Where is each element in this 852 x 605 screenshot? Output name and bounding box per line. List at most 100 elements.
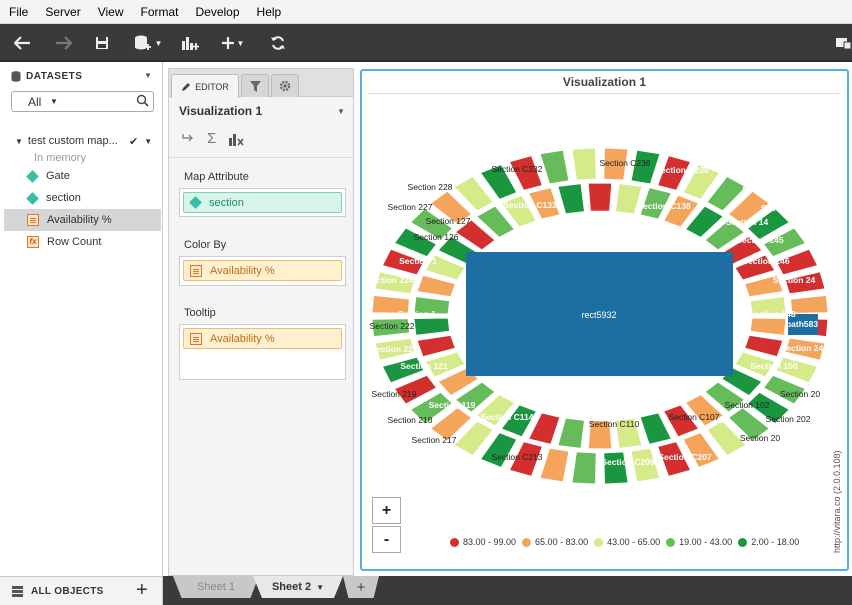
tooltip-drop-zone[interactable]: Availability % <box>179 324 346 380</box>
section-label: Section 242 <box>742 184 790 194</box>
filter-icon <box>249 80 261 92</box>
checkmark-icon[interactable]: ✔ <box>129 135 138 148</box>
section-label: Section 150 <box>750 361 798 371</box>
menu-develop[interactable]: Develop <box>187 0 248 24</box>
dataset-item-row-count[interactable]: fx Row Count <box>4 231 161 253</box>
section-label: Section C236 <box>599 158 650 168</box>
section-label: Section 224 <box>366 275 414 285</box>
all-objects-bar[interactable]: ALL OBJECTS + <box>0 576 163 605</box>
measure-icon <box>190 264 202 277</box>
menu-help[interactable]: Help <box>248 0 290 24</box>
add-object-button[interactable]: + <box>136 579 148 602</box>
section-label: Section 221 <box>370 344 418 354</box>
add-icon[interactable]: ▼ <box>220 32 246 54</box>
add-sheet-button[interactable]: + <box>343 576 379 598</box>
tab-filter[interactable] <box>241 74 269 97</box>
section-label: Section 146 <box>742 256 790 266</box>
database-icon <box>11 71 21 82</box>
dataset-item-gate[interactable]: Gate <box>4 165 161 187</box>
visualization-name[interactable]: Visualization 1 <box>179 104 262 118</box>
present-icon[interactable] <box>834 32 852 54</box>
zoom-in-button[interactable]: + <box>372 497 401 524</box>
search-icon[interactable] <box>136 94 149 110</box>
map-attribute-pill[interactable]: section <box>183 192 342 213</box>
menu-view[interactable]: View <box>89 0 132 24</box>
section-label: Section 217 <box>412 435 457 445</box>
section-label: Section 218 <box>388 415 433 425</box>
section-label: Section 222 <box>370 321 415 331</box>
color-by-pill[interactable]: Availability % <box>183 260 342 281</box>
legend-item: 65.00 - 83.00 <box>522 537 588 547</box>
color-by-drop-zone[interactable]: Availability % <box>179 256 346 286</box>
seat-section[interactable] <box>539 149 570 185</box>
section-label: Section C110 <box>589 419 640 429</box>
visualization-panel: Visualization 1 rect5932 Section C232 Sec… <box>360 69 849 571</box>
section-label: Section C114 <box>481 412 534 422</box>
chevron-down-icon[interactable]: ▼ <box>144 135 152 148</box>
tab-editor[interactable]: EDITOR <box>171 74 239 98</box>
dimension-icon <box>189 196 202 209</box>
swap-icon[interactable] <box>181 132 195 146</box>
gear-icon <box>279 80 291 92</box>
seat-section[interactable] <box>413 317 451 336</box>
section-label: Section 126 <box>414 232 459 242</box>
seat-section[interactable] <box>557 417 585 449</box>
section-label: Section 228 <box>408 182 453 192</box>
section-label: Section 148 <box>748 309 796 319</box>
section-label: Section 1 <box>399 256 437 266</box>
add-data-icon[interactable]: ▼ <box>132 32 164 54</box>
seat-section[interactable] <box>587 182 613 212</box>
chevron-down-icon: ▼ <box>50 97 58 106</box>
tab-settings[interactable] <box>271 74 299 97</box>
datasets-menu-icon[interactable]: ▼ <box>144 71 152 80</box>
tab-sheet-1[interactable]: Sheet 1 <box>173 576 259 598</box>
add-chart-icon[interactable] <box>180 32 200 54</box>
seat-section[interactable] <box>749 317 787 336</box>
datasets-header: DATASETS <box>11 71 82 82</box>
seat-section[interactable] <box>571 451 597 485</box>
seat-section[interactable] <box>557 183 585 215</box>
dataset-node[interactable]: ▼ test custom map... <box>15 135 118 147</box>
legend-dot-3 <box>666 537 676 547</box>
dataset-item-section[interactable]: section <box>4 187 161 209</box>
stadium-map[interactable]: rect5932 Section C232 Section C236 Section… <box>362 71 847 569</box>
map-attribute-label: Map Attribute <box>184 171 249 183</box>
seat-section[interactable] <box>416 274 456 298</box>
seat-section[interactable] <box>571 147 597 181</box>
legend-item: 43.00 - 65.00 <box>594 537 660 547</box>
dimension-icon <box>26 169 39 183</box>
section-label: Section 202 <box>766 414 811 424</box>
zoom-out-button[interactable]: - <box>372 526 401 553</box>
dataset-item-availability[interactable]: Availability % <box>4 209 161 231</box>
seat-section[interactable] <box>416 334 456 358</box>
map-attribute-drop-zone[interactable]: section <box>179 188 346 217</box>
menu-server[interactable]: Server <box>36 0 88 24</box>
legend-item: 83.00 - 99.00 <box>450 537 516 547</box>
chevron-down-icon[interactable]: ▼ <box>316 583 324 592</box>
clear-chart-icon[interactable] <box>228 132 244 146</box>
measure-icon <box>27 214 39 226</box>
seat-section[interactable] <box>790 294 829 314</box>
refresh-icon[interactable] <box>268 32 288 54</box>
section-label: Section 14 <box>726 217 769 227</box>
legend-dot-1 <box>522 537 532 547</box>
measure-icon <box>190 332 202 345</box>
seat-section[interactable] <box>639 412 672 445</box>
section-label: Section 20 <box>780 389 820 399</box>
sum-icon[interactable]: Σ <box>207 131 216 146</box>
seat-section[interactable] <box>744 334 784 358</box>
seat-section[interactable] <box>539 447 570 483</box>
save-icon[interactable] <box>93 32 111 54</box>
back-arrow-icon[interactable] <box>12 32 34 54</box>
tab-sheet-2[interactable]: Sheet 2 ▼ <box>253 576 343 598</box>
menu-file[interactable]: File <box>0 0 36 24</box>
vitara-credit[interactable]: http://vitara.co (2.0.0.108) <box>832 450 842 553</box>
tooltip-pill[interactable]: Availability % <box>183 328 342 349</box>
legend: 83.00 - 99.00 65.00 - 83.00 43.00 - 65.0… <box>450 537 799 547</box>
section-label: Section 24 <box>761 203 804 213</box>
collapse-triangle-icon[interactable]: ▼ <box>15 137 23 146</box>
menu-format[interactable]: Format <box>131 0 186 24</box>
forward-arrow-icon[interactable] <box>52 32 74 54</box>
dataset-filter-select[interactable]: All ▼ <box>11 91 154 112</box>
chevron-down-icon[interactable]: ▼ <box>337 107 345 116</box>
